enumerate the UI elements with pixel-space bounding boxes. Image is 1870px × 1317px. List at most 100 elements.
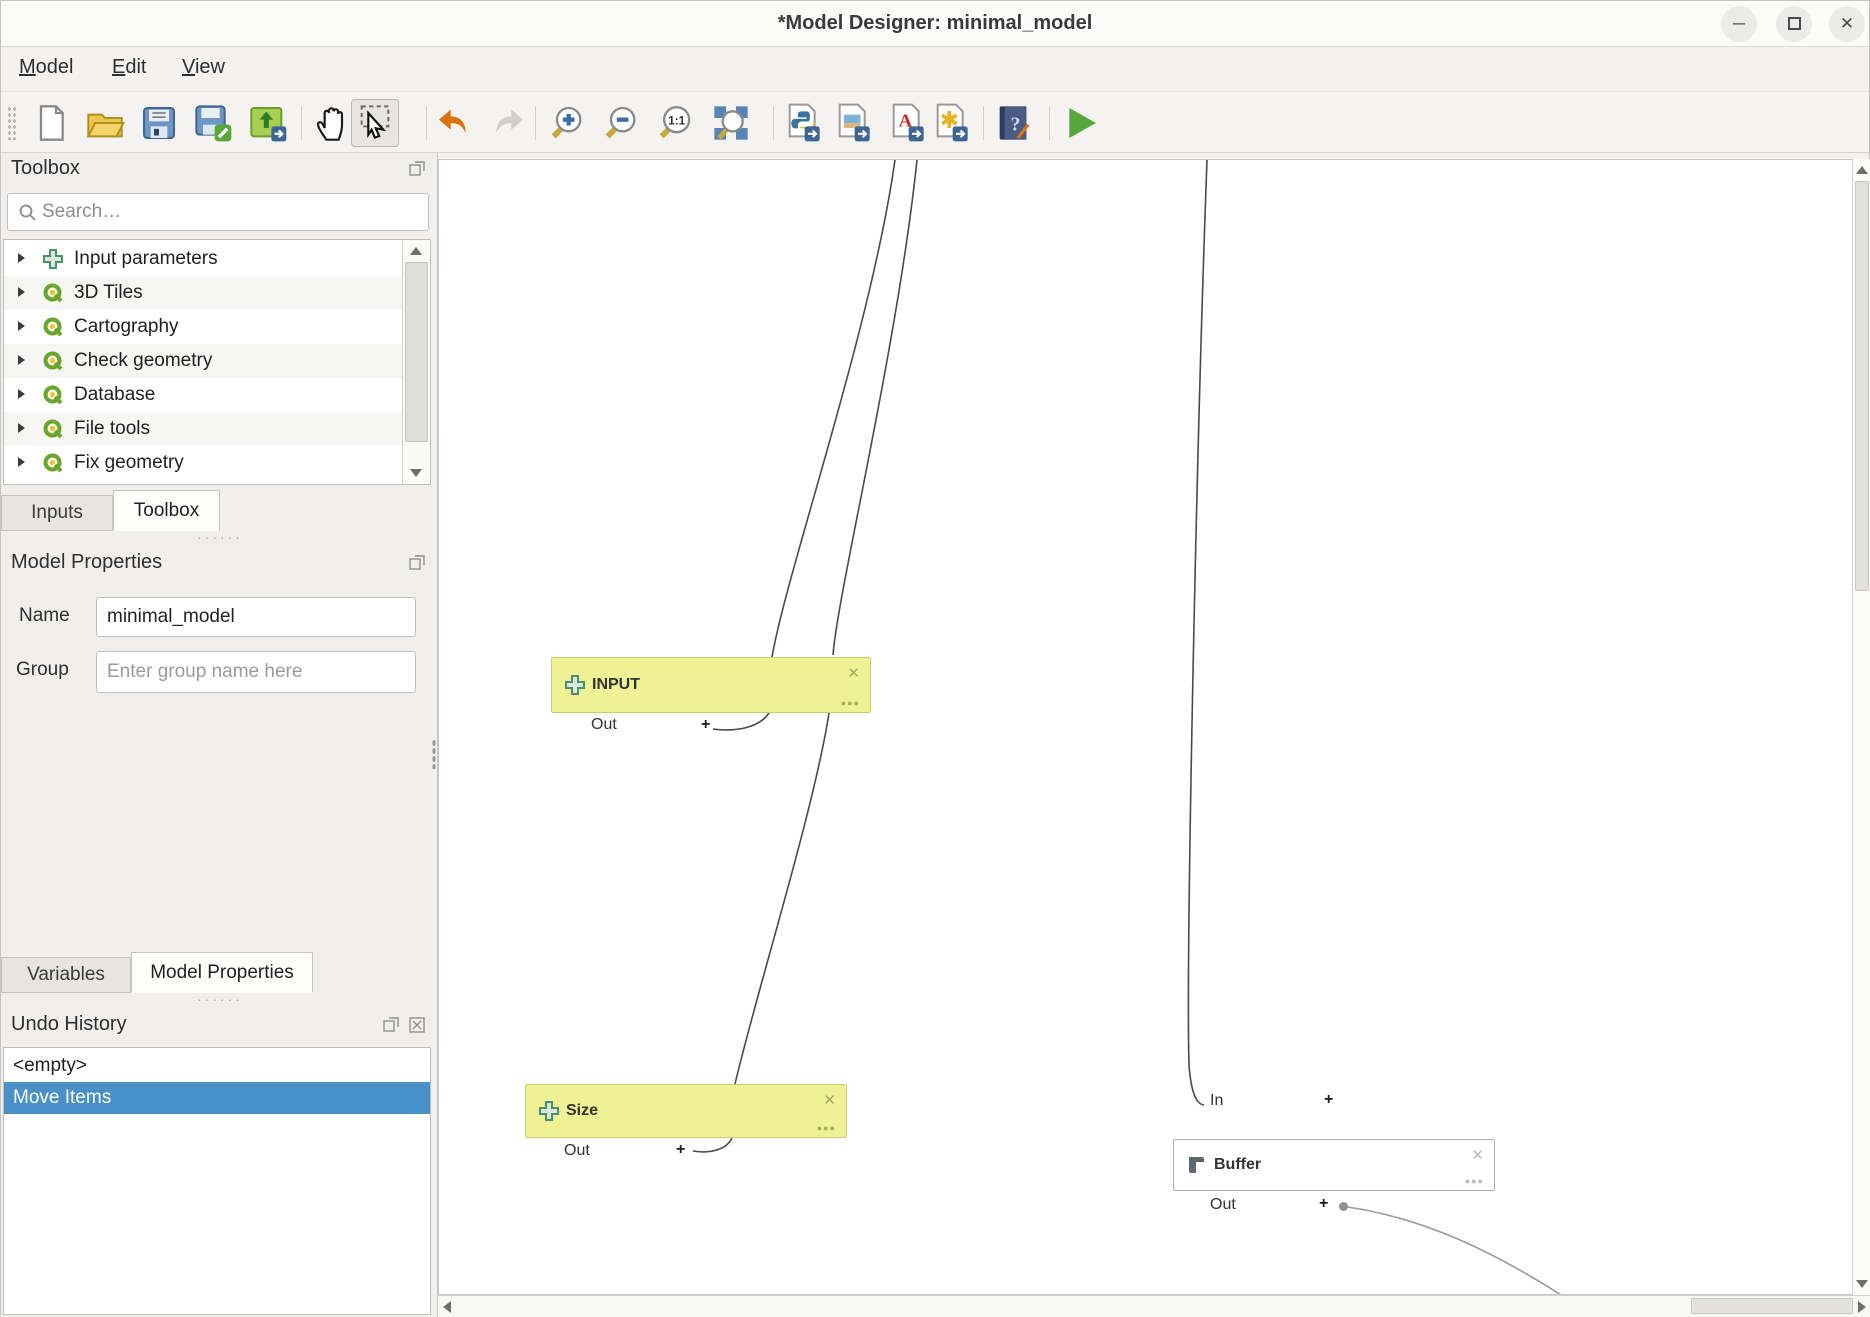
search-input[interactable] xyxy=(42,196,422,228)
buffer-algorithm-icon xyxy=(1186,1154,1208,1176)
float-panel-icon[interactable] xyxy=(409,161,425,177)
menu-model[interactable]: Model xyxy=(19,56,73,79)
float-panel-icon[interactable] xyxy=(383,1017,399,1033)
node-options-icon[interactable]: ●●● xyxy=(817,1123,836,1133)
scroll-down-icon[interactable] xyxy=(410,469,422,477)
qgis-group-icon xyxy=(42,316,64,338)
tab-toolbox[interactable]: Toolbox xyxy=(113,490,220,531)
export-image-icon[interactable] xyxy=(833,103,873,143)
node-size[interactable]: Size ✕ ●●● xyxy=(525,1084,847,1138)
tree-item-database[interactable]: Database xyxy=(4,378,402,412)
remove-node-icon[interactable]: ✕ xyxy=(1471,1146,1484,1164)
node-buffer[interactable]: Buffer ✕ ●●● xyxy=(1173,1139,1495,1191)
undo-history-title: Undo History xyxy=(11,1013,127,1036)
scroll-up-icon[interactable] xyxy=(410,247,422,255)
toolbox-tree-scrollbar[interactable] xyxy=(402,240,430,484)
splitter-handle[interactable]: ······ xyxy=(197,991,243,1007)
link-buffer-out xyxy=(1347,1207,1561,1295)
open-model-icon[interactable] xyxy=(85,103,125,143)
model-name-field[interactable] xyxy=(96,597,416,637)
save-model-in-project-icon[interactable] xyxy=(248,103,288,143)
scrollbar-thumb[interactable] xyxy=(1691,1298,1853,1314)
qgis-group-icon xyxy=(42,350,64,372)
export-script-icon[interactable]: ✱ xyxy=(931,103,971,143)
model-canvas[interactable]: INPUT ✕ ●●● Out + Size ✕ ●●● Out + In + … xyxy=(438,159,1857,1295)
scrollbar-thumb[interactable] xyxy=(405,262,428,442)
tree-item-cartography[interactable]: Cartography xyxy=(4,310,402,344)
expand-caret-icon[interactable] xyxy=(18,287,25,297)
splitter-handle[interactable]: ······ xyxy=(197,529,243,545)
input-out-socket-label: Out xyxy=(591,716,617,734)
expand-caret-icon[interactable] xyxy=(18,253,25,263)
toolbar-separator xyxy=(983,106,984,140)
select-move-item-icon[interactable] xyxy=(351,99,399,147)
close-button[interactable]: ✕ xyxy=(1829,6,1865,42)
model-group-field[interactable] xyxy=(96,651,416,693)
tree-item-check-geometry[interactable]: Check geometry xyxy=(4,344,402,378)
float-panel-icon[interactable] xyxy=(409,555,425,571)
remove-node-icon[interactable]: ✕ xyxy=(847,664,860,682)
tab-variables[interactable]: Variables xyxy=(1,957,131,993)
tree-item-fix-geometry[interactable]: Fix geometry xyxy=(4,446,402,480)
tree-item-file-tools[interactable]: File tools xyxy=(4,412,402,446)
undo-icon[interactable] xyxy=(434,103,474,143)
size-out-socket-icon[interactable]: + xyxy=(676,1141,685,1159)
toolbar-separator xyxy=(1049,106,1050,140)
toolbar-separator xyxy=(426,106,427,140)
node-options-icon[interactable]: ●●● xyxy=(1465,1176,1484,1186)
node-options-icon[interactable]: ●●● xyxy=(841,698,860,708)
expand-caret-icon[interactable] xyxy=(18,389,25,399)
menu-edit[interactable]: Edit xyxy=(112,56,146,79)
save-model-icon[interactable] xyxy=(139,103,179,143)
buffer-out-socket-icon[interactable]: + xyxy=(1319,1195,1328,1213)
tab-model-properties[interactable]: Model Properties xyxy=(131,952,313,993)
tree-item-label: 3D Tiles xyxy=(74,282,143,304)
pan-icon[interactable] xyxy=(313,103,353,143)
tab-inputs[interactable]: Inputs xyxy=(1,495,113,531)
buffer-in-socket-label: In xyxy=(1210,1092,1223,1110)
edit-help-icon[interactable]: ? xyxy=(993,103,1033,143)
close-panel-icon[interactable] xyxy=(409,1017,425,1033)
toolbox-searchbox xyxy=(7,193,429,231)
expand-caret-icon[interactable] xyxy=(18,457,25,467)
zoom-in-icon[interactable] xyxy=(547,103,587,143)
zoom-actual-icon[interactable]: 1:1 xyxy=(655,103,695,143)
node-input[interactable]: INPUT ✕ ●●● xyxy=(551,657,871,713)
undo-item-move-items[interactable]: Move Items xyxy=(4,1082,430,1114)
toolbar-grip[interactable] xyxy=(7,106,17,140)
maximize-button[interactable] xyxy=(1776,6,1812,42)
expand-caret-icon[interactable] xyxy=(18,321,25,331)
save-model-as-icon[interactable] xyxy=(193,103,233,143)
tree-item-3d-tiles[interactable]: 3D Tiles xyxy=(4,276,402,310)
scroll-left-icon[interactable] xyxy=(443,1301,451,1313)
zoom-full-icon[interactable] xyxy=(711,103,751,143)
redo-icon[interactable] xyxy=(488,103,528,143)
expand-caret-icon[interactable] xyxy=(18,423,25,433)
svg-text:?: ? xyxy=(1011,114,1021,136)
dock-tabbar-top: Inputs Toolbox xyxy=(1,489,438,531)
export-python-icon[interactable] xyxy=(783,103,823,143)
panel-splitter-handle[interactable] xyxy=(432,739,436,769)
model-designer-window: *Model Designer: minimal_model ─ ✕ Model… xyxy=(0,0,1870,1316)
undo-item-empty[interactable]: <empty> xyxy=(4,1050,430,1082)
run-model-icon[interactable] xyxy=(1061,103,1101,143)
toolbar-separator xyxy=(773,106,774,140)
scroll-right-icon[interactable] xyxy=(1858,1301,1866,1313)
buffer-in-socket-icon[interactable]: + xyxy=(1324,1091,1333,1109)
canvas-vertical-scrollbar[interactable] xyxy=(1852,159,1870,1295)
remove-node-icon[interactable]: ✕ xyxy=(823,1091,836,1109)
buffer-out-connector-dot[interactable] xyxy=(1339,1202,1348,1211)
zoom-out-icon[interactable] xyxy=(601,103,641,143)
tree-item-label: Cartography xyxy=(74,316,179,338)
new-model-icon[interactable] xyxy=(31,103,71,143)
canvas-horizontal-scrollbar[interactable] xyxy=(438,1295,1870,1317)
export-pdf-icon[interactable]: A xyxy=(887,103,927,143)
menu-view[interactable]: View xyxy=(182,56,225,79)
scroll-down-icon[interactable] xyxy=(1856,1280,1868,1288)
scrollbar-thumb[interactable] xyxy=(1855,181,1869,591)
expand-caret-icon[interactable] xyxy=(18,355,25,365)
minimize-button[interactable]: ─ xyxy=(1721,6,1757,42)
input-out-socket-icon[interactable]: + xyxy=(701,716,710,734)
tree-item-input-parameters[interactable]: Input parameters xyxy=(4,242,402,276)
scroll-up-icon[interactable] xyxy=(1856,166,1868,174)
